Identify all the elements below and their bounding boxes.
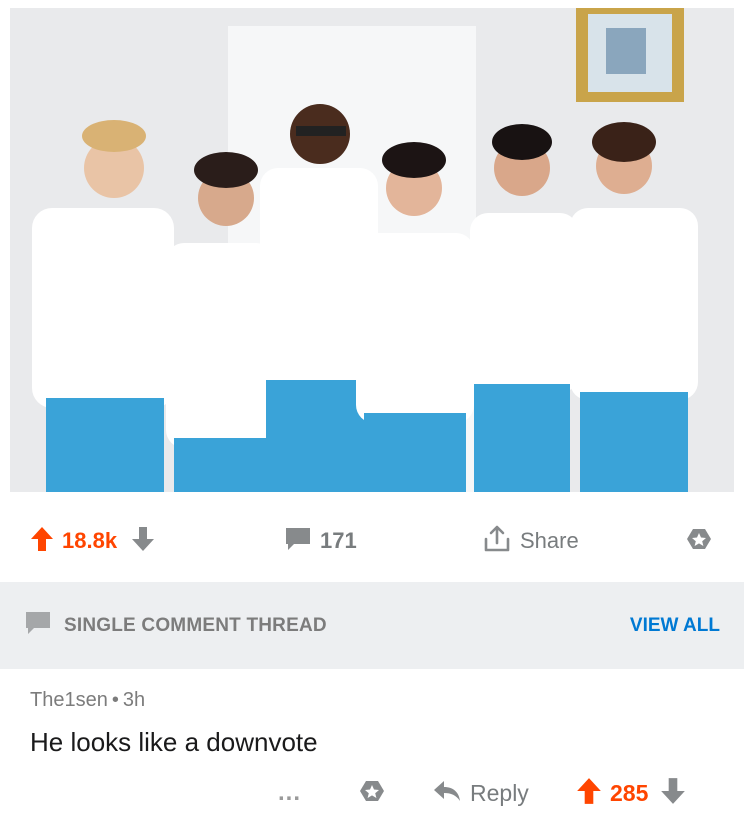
comment-count: 171 bbox=[320, 528, 357, 553]
reply-label: Reply bbox=[470, 779, 529, 806]
post-action-bar: 18.8k 171 Share bbox=[0, 500, 744, 582]
single-comment-thread-bar: SINGLE COMMENT THREAD VIEW ALL bbox=[0, 582, 744, 669]
comment-actions: ... Reply 285 bbox=[0, 769, 744, 817]
reply-arrow-icon bbox=[432, 779, 462, 808]
comment-award-button[interactable] bbox=[356, 769, 388, 817]
comment-author[interactable]: The1sen bbox=[30, 689, 108, 711]
post-upvote-count: 18.8k bbox=[62, 528, 118, 553]
thread-header: SINGLE COMMENT THREAD bbox=[24, 610, 327, 641]
comment: The1sen • 3h He looks like a downvote ... … bbox=[0, 669, 744, 817]
award-icon bbox=[356, 775, 388, 812]
comment-bubble-icon bbox=[24, 610, 52, 641]
reply-button[interactable]: Reply bbox=[432, 769, 529, 817]
post-vote-group: 18.8k bbox=[30, 500, 155, 582]
comments-button[interactable]: 171 bbox=[284, 500, 357, 582]
more-dots-icon: ... bbox=[278, 779, 302, 806]
comment-bubble-icon bbox=[284, 526, 312, 557]
share-button[interactable]: Share bbox=[482, 500, 579, 582]
award-button[interactable] bbox=[683, 500, 715, 582]
share-label: Share bbox=[520, 528, 579, 553]
group-photo-illustration bbox=[10, 8, 734, 492]
award-icon bbox=[683, 523, 715, 560]
upvote-arrow-icon[interactable] bbox=[576, 777, 602, 810]
view-all-link[interactable]: VIEW ALL bbox=[630, 615, 720, 637]
share-icon bbox=[482, 524, 512, 559]
comment-meta: The1sen • 3h bbox=[30, 689, 145, 712]
thread-title: SINGLE COMMENT THREAD bbox=[64, 614, 327, 636]
downvote-arrow-icon[interactable] bbox=[131, 526, 155, 557]
comment-body: He looks like a downvote bbox=[30, 727, 318, 757]
upvote-arrow-icon[interactable] bbox=[30, 526, 54, 557]
more-options-button[interactable]: ... bbox=[278, 769, 301, 817]
post-image[interactable] bbox=[10, 8, 734, 492]
comment-vote-group: 285 bbox=[576, 769, 686, 817]
comment-age: 3h bbox=[122, 689, 146, 711]
downvote-arrow-icon[interactable] bbox=[660, 777, 686, 810]
comment-score: 285 bbox=[610, 779, 649, 806]
meta-separator: • bbox=[111, 689, 119, 711]
